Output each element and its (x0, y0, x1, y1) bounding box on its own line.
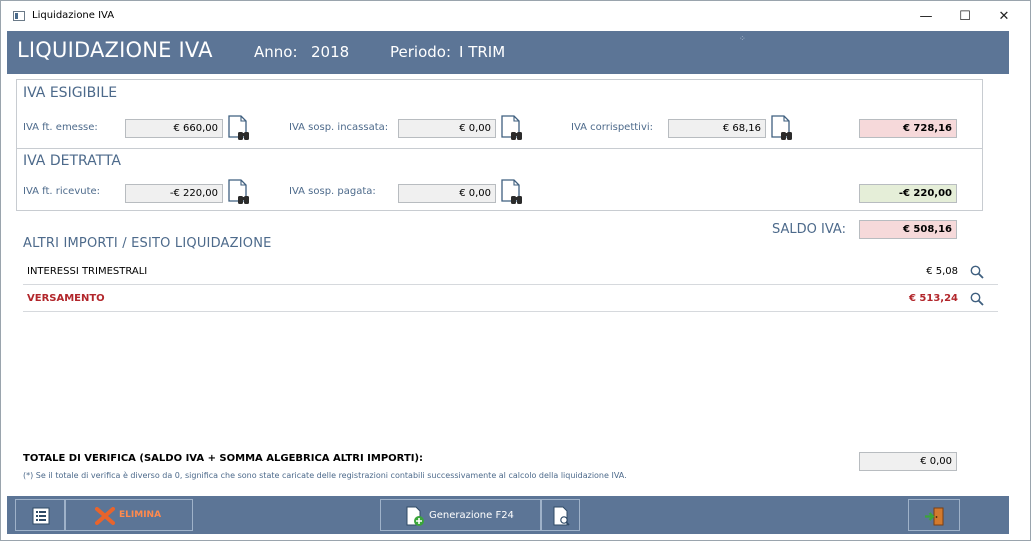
elimina-label: ELIMINA (119, 510, 162, 520)
esigibile-title: IVA ESIGIBILE (23, 85, 118, 101)
altri-importi-title: ALTRI IMPORTI / ESITO LIQUIDAZIONE (23, 236, 272, 251)
detratta-title: IVA DETRATTA (23, 153, 122, 169)
maximize-button[interactable]: ☐ (950, 5, 980, 29)
row-value: € 513,24 (908, 293, 958, 304)
header-band: LIQUIDAZIONE IVA Anno: 2018 Periodo: I T… (7, 31, 1009, 74)
list-item[interactable]: VERSAMENTO € 513,24 (23, 286, 998, 312)
detratta-total: -€ 220,00 (859, 184, 957, 203)
liquidazione-iva-window: Liquidazione IVA — ☐ ✕ LIQUIDAZIONE IVA … (0, 0, 1031, 541)
ft-ricevute-field: -€ 220,00 (125, 184, 223, 203)
corrispettivi-label: IVA corrispettivi: (571, 122, 654, 133)
anno-label: Anno: (254, 43, 298, 61)
row-value: € 5,08 (926, 266, 958, 277)
document-binoculars-icon[interactable] (226, 179, 252, 206)
document-binoculars-icon[interactable] (499, 179, 525, 206)
magnifier-icon[interactable] (970, 292, 984, 306)
exit-button[interactable] (908, 499, 960, 531)
ft-emesse-field: € 660,00 (125, 119, 223, 138)
anno-value: 2018 (311, 43, 350, 61)
saldo-iva-field: € 508,16 (859, 220, 957, 239)
document-binoculars-icon[interactable] (226, 115, 252, 142)
list-item[interactable]: INTERESSI TRIMESTRALI € 5,08 (23, 259, 998, 285)
section-divider (17, 148, 982, 149)
grip-dots-icon: ⁘ (739, 34, 746, 43)
totale-verifica-label: TOTALE DI VERIFICA (SALDO IVA + SOMMA AL… (23, 453, 424, 464)
generazione-f24-label: Generazione F24 (429, 510, 514, 521)
ft-ricevute-label: IVA ft. ricevute: (23, 186, 101, 197)
ft-emesse-label: IVA ft. emesse: (23, 122, 98, 133)
exit-door-icon (925, 507, 944, 526)
row-label: INTERESSI TRIMESTRALI (27, 266, 148, 277)
totale-verifica-note: (*) Se il totale di verifica è diverso d… (23, 471, 627, 480)
sosp-incassata-label: IVA sosp. incassata: (289, 122, 389, 133)
sosp-pagata-field: € 0,00 (398, 184, 496, 203)
periodo-label: Periodo: (390, 43, 452, 61)
esigibile-total: € 728,16 (859, 119, 957, 138)
x-delete-icon (95, 507, 115, 525)
close-button[interactable]: ✕ (989, 5, 1019, 29)
list-button[interactable] (15, 499, 65, 531)
totale-verifica-field: € 0,00 (859, 452, 957, 471)
document-preview-icon (553, 506, 570, 526)
window-title: Liquidazione IVA (32, 10, 115, 21)
saldo-iva-label: SALDO IVA: (772, 222, 846, 237)
minimize-button[interactable]: — (911, 5, 941, 29)
page-title: LIQUIDAZIONE IVA (17, 38, 213, 62)
magnifier-icon[interactable] (970, 265, 984, 279)
periodo-value: I TRIM (459, 43, 506, 61)
row-label: VERSAMENTO (27, 293, 105, 304)
list-icon (32, 507, 50, 525)
app-icon (13, 11, 25, 21)
preview-button[interactable] (541, 499, 580, 531)
document-binoculars-icon[interactable] (499, 115, 525, 142)
footer-toolbar: ELIMINA Generazione F24 (7, 496, 1009, 534)
corrispettivi-field: € 68,16 (668, 119, 766, 138)
title-bar: Liquidazione IVA — ☐ ✕ (1, 1, 1030, 32)
document-add-icon (406, 506, 424, 526)
elimina-button[interactable]: ELIMINA (65, 499, 193, 531)
generazione-f24-button[interactable]: Generazione F24 (380, 499, 541, 531)
sosp-incassata-field: € 0,00 (398, 119, 496, 138)
sosp-pagata-label: IVA sosp. pagata: (289, 186, 376, 197)
document-binoculars-icon[interactable] (769, 115, 795, 142)
